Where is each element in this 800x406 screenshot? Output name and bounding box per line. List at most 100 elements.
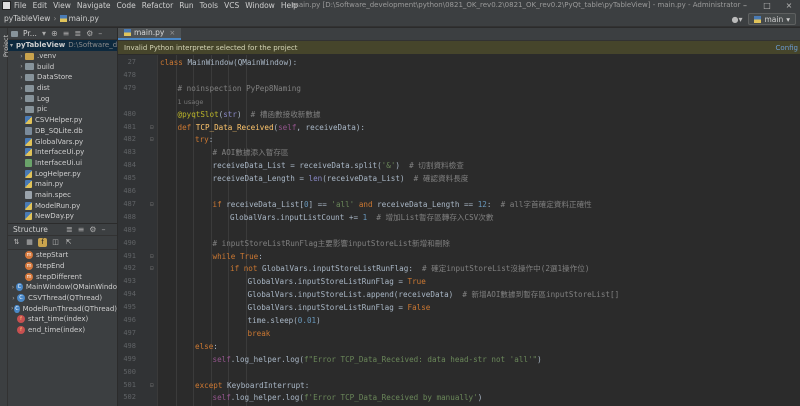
fold-icon[interactable]: ⊟ [150,380,154,391]
code-line[interactable]: 491 ⊟ while True: [118,251,800,262]
editor-tab-main[interactable]: main.py × [118,28,182,40]
code-line[interactable]: 487 ⊟ if receiveData_List[0] == 'all' and … [118,199,800,210]
code-line[interactable]: 495 GlobalVars.inputStoreListRunFlag = Fa… [118,302,800,313]
navigate-icon[interactable]: ⇱ [64,238,73,247]
code-line[interactable]: 482 ⊟ try: [118,134,800,145]
gear-icon[interactable]: ⚙ [89,225,96,234]
menu-item-tools[interactable]: Tools [200,1,218,10]
tree-item[interactable]: main.py [8,179,117,190]
tree-item[interactable]: InterfaceUi.py [8,147,117,158]
locate-icon[interactable]: ⊕ [51,29,58,38]
structure-item[interactable]: m stepStart [8,250,117,261]
fold-icon[interactable]: ⊟ [150,134,154,145]
menu-item-vcs[interactable]: VCS [224,1,239,10]
menu-item-refactor[interactable]: Refactor [142,1,173,10]
code-line[interactable]: 502 self.log_helper.log(f'Error TCP_Data_… [118,392,800,403]
tree-item[interactable]: › dist [8,83,117,94]
show-fields-icon[interactable]: f [38,238,47,247]
tree-item[interactable]: › .venv [8,51,117,62]
chevron-right-icon[interactable]: › [18,85,25,92]
code-line[interactable]: 488 GlobalVars.inputListCount += 1 # 增加Li… [118,212,800,223]
structure-item[interactable]: f end_time(index) [8,325,117,336]
chevron-right-icon[interactable]: › [18,53,25,60]
chevron-right-icon[interactable]: › [18,74,25,81]
fold-icon[interactable]: ⊟ [150,251,154,262]
run-configuration-select[interactable]: main ▾ [748,13,796,25]
hide-icon[interactable]: – [98,29,102,38]
menu-item-run[interactable]: Run [179,1,193,10]
sort-visibility-icon[interactable]: ▦ [25,238,34,247]
expand-icon[interactable]: ≣ [74,29,81,38]
structure-item[interactable]: › C MainWindow(QMainWindo [8,282,117,293]
menu-item-code[interactable]: Code [117,1,136,10]
project-panel-title[interactable]: Pr... [23,29,37,38]
fold-icon[interactable]: ⊟ [150,122,154,133]
sort-alpha-icon[interactable]: ⇅ [12,238,21,247]
code-line[interactable]: 483 # AOI數據添入暫存區 [118,147,800,158]
collapse-icon[interactable]: ≡ [63,29,70,38]
chevron-right-icon[interactable]: › [10,295,17,302]
chevron-right-icon[interactable]: › [18,106,25,113]
tree-item[interactable]: ModelRun.py [8,200,117,211]
menu-item-file[interactable]: File [14,1,27,10]
menu-item-navigate[interactable]: Navigate [77,1,111,10]
maximize-icon[interactable]: □ [756,0,778,11]
code-line[interactable]: 492 ⊟ if not GlobalVars.inputStoreListRunF… [118,263,800,274]
code-line[interactable]: 478 [118,70,800,81]
code-line[interactable]: 486 [118,186,800,197]
structure-item[interactable]: m stepEnd [8,261,117,272]
tree-root-item[interactable]: ▾ pyTableView D:\Software_de [8,40,117,51]
code-line[interactable]: 1 usage [118,96,800,107]
structure-item[interactable]: m stepDifferent [8,271,117,282]
tree-item[interactable]: GlobalVars.py [8,136,117,147]
code-area[interactable]: 27 class MainWindow(QMainWindow): 478 479 # … [118,55,800,406]
menu-item-view[interactable]: View [53,1,71,10]
show-inherited-icon[interactable]: ◫ [51,238,60,247]
code-line[interactable]: 479 # noinspection PyPep8Naming [118,83,800,94]
configure-interpreter-link[interactable]: Config [776,44,798,52]
code-line[interactable]: 496 time.sleep(0.01) [118,315,800,326]
minimize-icon[interactable]: – [734,0,756,11]
code-line[interactable]: 481 ⊟ def TCP_Data_Received(self, receiveD… [118,122,800,133]
close-icon[interactable]: × [169,29,175,37]
code-line[interactable]: 498 else: [118,341,800,352]
user-icon[interactable]: ●▾ [731,15,742,24]
code-line[interactable]: 489 [118,225,800,236]
hide-icon[interactable]: – [101,225,105,234]
code-line[interactable]: 480 @pyqtSlot(str) # 槽函數接收新數據 [118,109,800,120]
chevron-right-icon[interactable]: › [18,95,25,102]
tree-item[interactable]: › Log [8,93,117,104]
menu-item-window[interactable]: Window [245,1,275,10]
collapse-icon[interactable]: ≡ [78,225,85,234]
expand-icon[interactable]: ≣ [66,225,73,234]
code-line[interactable]: 494 GlobalVars.inputStoreList.append(rece… [118,289,800,300]
fold-icon[interactable]: ⊟ [150,199,154,210]
gear-icon[interactable]: ⚙ [86,29,93,38]
code-line[interactable]: 490 # inputStoreListRunFlag主要影響inputStore… [118,238,800,249]
tree-item[interactable]: › build [8,61,117,72]
tree-item[interactable]: › DataStore [8,72,117,83]
breadcrumb-project[interactable]: pyTableView [4,14,50,23]
tree-item[interactable]: InterfaceUi.ui [8,158,117,169]
chevron-right-icon[interactable]: › [18,63,25,70]
code-line[interactable]: 484 receiveData_List = receiveData.split(… [118,160,800,171]
tree-item[interactable]: › pic [8,104,117,115]
structure-item[interactable]: › C ModelRunThread(QThread) [8,303,117,314]
fold-icon[interactable]: ⊟ [150,263,154,274]
tree-item[interactable]: LogHelper.py [8,168,117,179]
menu-item-edit[interactable]: Edit [33,1,48,10]
code-line[interactable]: 493 GlobalVars.inputStoreListRunFlag = Tr… [118,276,800,287]
code-line[interactable]: 485 receiveData_Length = len(receiveData_… [118,173,800,184]
structure-item[interactable]: › C CSVThread(QThread) [8,293,117,304]
tree-item[interactable]: CSVHelper.py [8,115,117,126]
tree-item[interactable]: NewDay.py [8,211,117,222]
code-line[interactable]: 501 ⊟ except KeyboardInterrupt: [118,380,800,391]
code-line[interactable]: 499 self.log_helper.log(f"Error TCP_Data_… [118,354,800,365]
code-line[interactable]: 497 break [118,328,800,339]
tree-item[interactable]: DB_SQLite.db [8,126,117,137]
chevron-down-icon[interactable]: ▾ [10,42,13,49]
breadcrumb-file[interactable]: main.py [69,14,99,23]
tree-item[interactable]: main.spec [8,190,117,201]
close-icon[interactable]: × [778,0,800,11]
structure-item[interactable]: f start_time(index) [8,314,117,325]
